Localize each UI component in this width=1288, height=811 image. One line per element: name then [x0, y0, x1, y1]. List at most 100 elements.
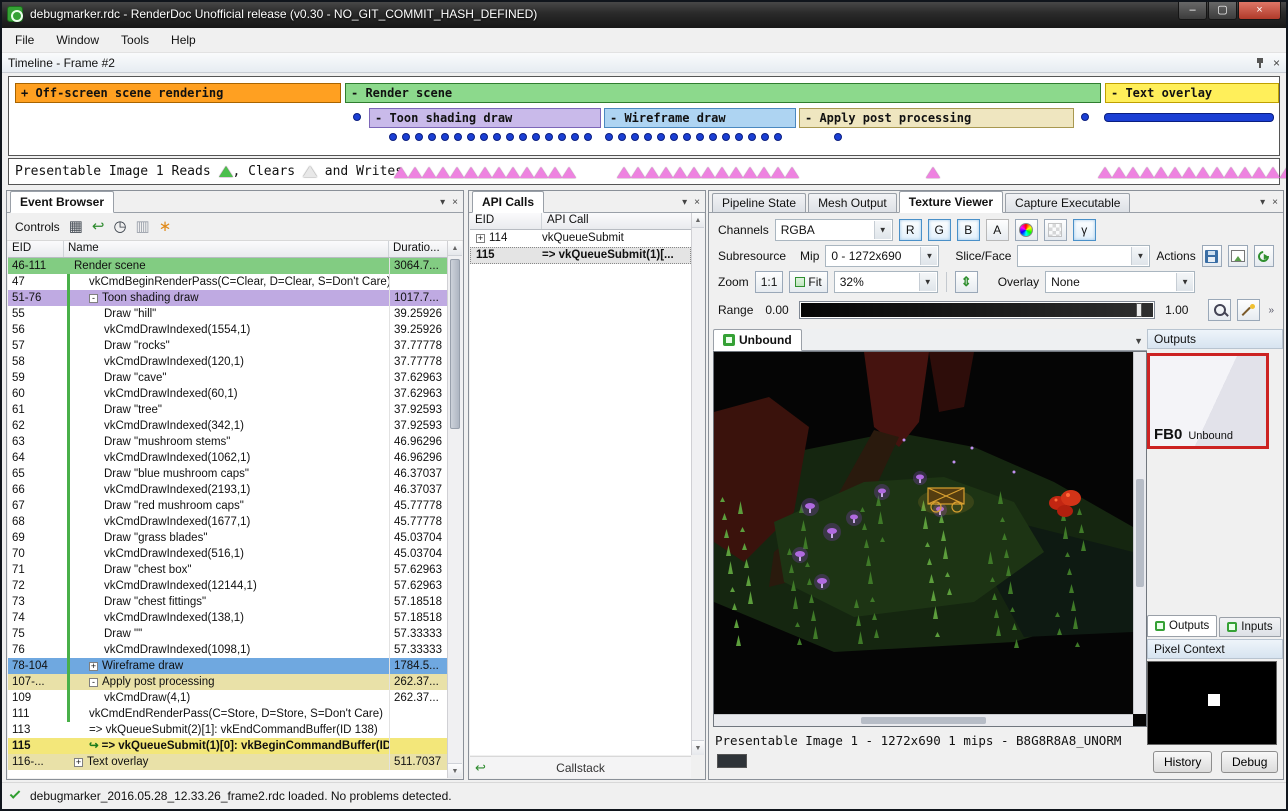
alpha-channel-button[interactable]: A: [986, 219, 1009, 241]
refresh-button[interactable]: [1254, 245, 1274, 267]
event-row[interactable]: 47vkCmdBeginRenderPass(C=Clear, D=Clear,…: [8, 274, 447, 290]
range-slider[interactable]: [799, 301, 1155, 319]
panel-menu-icon[interactable]: ▾: [1260, 198, 1265, 208]
panel-menu-icon[interactable]: ▾: [682, 198, 687, 208]
menu-help[interactable]: Help: [160, 30, 207, 50]
column-api-call[interactable]: API Call: [542, 213, 691, 229]
save-texture-button[interactable]: [1202, 245, 1222, 267]
event-row[interactable]: 57Draw "rocks"37.77778: [8, 338, 447, 354]
tab-outputs[interactable]: Outputs: [1147, 615, 1217, 637]
tab-api-calls[interactable]: API Calls: [472, 191, 544, 213]
timeline-draw-dots[interactable]: [389, 133, 592, 141]
fit-button[interactable]: Fit: [789, 271, 827, 293]
event-row[interactable]: 58vkCmdDrawIndexed(120,1)37.77778: [8, 354, 447, 370]
debug-button[interactable]: Debug: [1221, 751, 1278, 773]
pin-icon[interactable]: [1255, 57, 1265, 69]
timeline-dense-draws-bar[interactable]: [1104, 113, 1274, 122]
range-min-value[interactable]: 0.00: [765, 303, 788, 317]
green-channel-button[interactable]: G: [928, 219, 951, 241]
overlay-select[interactable]: None▼: [1045, 271, 1195, 293]
event-row[interactable]: 65Draw "blue mushroom caps"46.37037: [8, 466, 447, 482]
column-eid[interactable]: EID: [470, 213, 542, 229]
event-row[interactable]: 64vkCmdDrawIndexed(1062,1)46.96296: [8, 450, 447, 466]
event-row[interactable]: 111vkCmdEndRenderPass(C=Store, D=Store, …: [8, 706, 447, 722]
menu-file[interactable]: File: [4, 30, 45, 50]
texture-list-chevron-icon[interactable]: ▼: [1134, 336, 1143, 346]
timeline-marker-bar[interactable]: - Apply post processing: [799, 108, 1074, 128]
timeline-marker-bar[interactable]: - Text overlay: [1105, 83, 1279, 103]
event-row[interactable]: 116-...+Text overlay511.7037: [8, 754, 447, 770]
scrollbar-thumb[interactable]: [861, 717, 987, 724]
jump-to-eid-icon[interactable]: ↩: [92, 219, 105, 234]
tab-event-browser[interactable]: Event Browser: [10, 191, 114, 213]
tab-texture-viewer[interactable]: Texture Viewer: [899, 191, 1003, 213]
event-row[interactable]: 55Draw "hill"39.25926: [8, 306, 447, 322]
close-panel-icon[interactable]: ×: [452, 198, 458, 208]
timeline-draw-dots[interactable]: [1081, 113, 1089, 121]
event-row[interactable]: 69Draw "grass blades"45.03704: [8, 530, 447, 546]
event-row[interactable]: 70vkCmdDrawIndexed(516,1)45.03704: [8, 546, 447, 562]
event-row[interactable]: 75Draw ""57.33333: [8, 626, 447, 642]
column-eid[interactable]: EID: [8, 241, 64, 257]
close-button[interactable]: ×: [1238, 1, 1281, 20]
event-row[interactable]: 68vkCmdDrawIndexed(1677,1)45.77778: [8, 514, 447, 530]
history-button[interactable]: History: [1153, 751, 1212, 773]
filter-icon[interactable]: ▦: [69, 219, 83, 234]
viewport-vscrollbar[interactable]: [1133, 352, 1146, 714]
statistics-icon[interactable]: ▥: [136, 219, 150, 234]
timeline-track[interactable]: + Off-screen scene rendering- Render sce…: [8, 76, 1280, 156]
tab-capture-executable[interactable]: Capture Executable: [1005, 193, 1130, 212]
toolbar-overflow-icon[interactable]: »: [1268, 305, 1274, 316]
zoom-select[interactable]: 32%▼: [834, 271, 938, 293]
scroll-down-icon[interactable]: ▼: [692, 740, 704, 755]
checker-background-button[interactable]: [1044, 219, 1067, 241]
channels-select[interactable]: RGBA▼: [775, 219, 893, 241]
event-row[interactable]: 61Draw "tree"37.92593: [8, 402, 447, 418]
event-row[interactable]: 59Draw "cave"37.62963: [8, 370, 447, 386]
api-call-row[interactable]: +114vkQueueSubmit: [470, 230, 691, 247]
tab-mesh-output[interactable]: Mesh Output: [808, 193, 897, 212]
flip-y-button[interactable]: ⇕: [955, 271, 978, 293]
blue-channel-button[interactable]: B: [957, 219, 980, 241]
bookmark-icon[interactable]: ∗: [159, 219, 172, 234]
event-row[interactable]: 113=> vkQueueSubmit(2)[1]: vkEndCommandB…: [8, 722, 447, 738]
scrollbar-thumb[interactable]: [1136, 479, 1144, 588]
red-channel-button[interactable]: R: [899, 219, 922, 241]
timeline-draw-dots[interactable]: [834, 133, 842, 141]
close-panel-icon[interactable]: ×: [694, 198, 700, 208]
gamma-button[interactable]: γ: [1073, 219, 1096, 241]
timeline-marker-bar[interactable]: - Toon shading draw: [369, 108, 601, 128]
minimize-button[interactable]: –: [1178, 1, 1207, 20]
event-row[interactable]: 76vkCmdDrawIndexed(1098,1)57.33333: [8, 642, 447, 658]
scroll-down-icon[interactable]: ▼: [448, 763, 462, 778]
close-panel-icon[interactable]: ×: [1273, 57, 1280, 69]
tab-pipeline-state[interactable]: Pipeline State: [712, 193, 806, 212]
maximize-button[interactable]: ▢: [1208, 1, 1237, 20]
scroll-up-icon[interactable]: ▲: [448, 241, 462, 256]
api-calls-column-headers[interactable]: EID API Call: [470, 213, 691, 230]
timeline-marker-bar[interactable]: - Wireframe draw: [604, 108, 796, 128]
event-row[interactable]: 71Draw "chest box"57.62963: [8, 562, 447, 578]
timeline-draw-dots[interactable]: [605, 133, 782, 141]
timeline-marker-bar[interactable]: + Off-screen scene rendering: [15, 83, 341, 103]
pixel-context-preview[interactable]: [1147, 661, 1277, 745]
autofit-range-button[interactable]: [1237, 299, 1260, 321]
menu-window[interactable]: Window: [45, 30, 110, 50]
event-row[interactable]: 62vkCmdDrawIndexed(342,1)37.92593: [8, 418, 447, 434]
slice-face-select[interactable]: ▼: [1017, 245, 1150, 267]
event-row[interactable]: 74vkCmdDrawIndexed(138,1)57.18518: [8, 610, 447, 626]
timeline-draw-dots[interactable]: [353, 113, 361, 121]
event-row[interactable]: 78-104+Wireframe draw1784.5...: [8, 658, 447, 674]
event-row[interactable]: 67Draw "red mushroom caps"45.77778: [8, 498, 447, 514]
fb0-thumbnail[interactable]: FB0 Unbound: [1147, 353, 1269, 449]
event-row[interactable]: 107-...-Apply post processing262.37...: [8, 674, 447, 690]
api-calls-scrollbar[interactable]: ▲ ▼: [691, 213, 704, 755]
timeline-marker-bar[interactable]: - Render scene: [345, 83, 1101, 103]
range-thumb[interactable]: [1136, 303, 1142, 317]
event-browser-scrollbar[interactable]: ▲ ▼: [447, 241, 462, 778]
column-duration[interactable]: Duratio...: [389, 241, 447, 257]
event-row[interactable]: 56vkCmdDrawIndexed(1554,1)39.25926: [8, 322, 447, 338]
column-name[interactable]: Name: [64, 241, 389, 257]
zoom-range-button[interactable]: [1208, 299, 1231, 321]
event-row[interactable]: 109vkCmdDraw(4,1)262.37...: [8, 690, 447, 706]
